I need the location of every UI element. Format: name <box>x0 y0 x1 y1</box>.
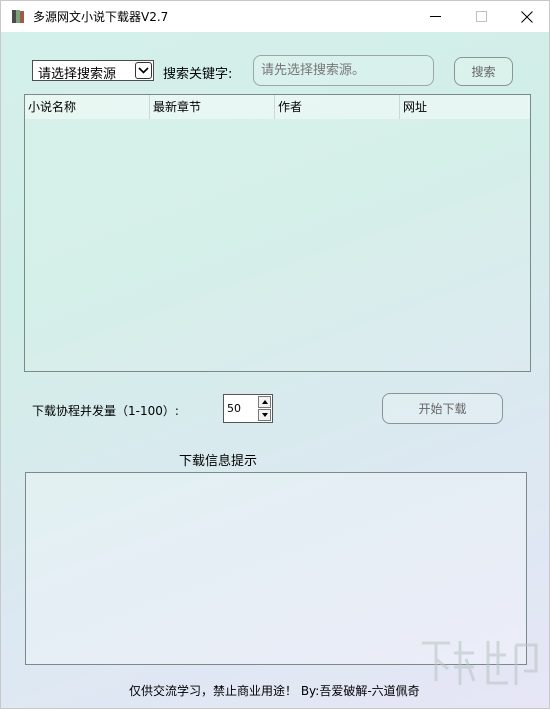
keyword-label: 搜索关键字: <box>163 67 233 82</box>
table-header: 小说名称 最新章节 作者 网址 <box>25 95 530 119</box>
dropdown-arrow-button[interactable] <box>135 62 152 79</box>
search-source-select[interactable]: 请选择搜索源 <box>32 60 154 82</box>
minimize-button[interactable] <box>412 1 458 32</box>
results-table[interactable]: 小说名称 最新章节 作者 网址 <box>24 94 531 372</box>
concurrency-spinbox[interactable]: 50 <box>223 394 273 423</box>
maximize-button[interactable] <box>458 1 504 32</box>
footer-text: 仅供交流学习，禁止商业用途！ By:吾爱破解-六道佩奇 <box>129 684 420 698</box>
maximize-icon <box>475 11 487 22</box>
app-window: 多源网文小说下载器V2.7 请选择搜索源 搜索关键字: 搜索 小说名称 最新章节… <box>0 0 550 709</box>
title-bar[interactable]: 多源网文小说下载器V2.7 <box>1 1 549 32</box>
triangle-up-icon <box>261 400 268 404</box>
concurrency-label: 下载协程并发量（1-100）: <box>32 404 179 418</box>
search-source-value: 请选择搜索源 <box>38 67 117 82</box>
column-header-novel-name[interactable]: 小说名称 <box>25 95 150 119</box>
minimize-icon <box>429 15 441 17</box>
search-button[interactable]: 搜索 <box>454 57 513 86</box>
column-header-latest-chapter[interactable]: 最新章节 <box>150 95 275 119</box>
triangle-down-icon <box>261 413 268 417</box>
window-title: 多源网文小说下载器V2.7 <box>33 10 169 24</box>
log-title: 下载信息提示 <box>179 454 258 469</box>
column-header-url[interactable]: 网址 <box>400 95 530 119</box>
spin-up-button[interactable] <box>258 396 271 408</box>
watermark-logo <box>422 641 538 685</box>
close-button[interactable] <box>504 1 550 32</box>
column-header-author[interactable]: 作者 <box>275 95 400 119</box>
concurrency-value[interactable]: 50 <box>227 402 241 415</box>
keyword-input[interactable] <box>253 55 434 86</box>
close-icon <box>521 10 533 23</box>
start-download-button[interactable]: 开始下载 <box>382 393 503 424</box>
chevron-down-icon <box>138 67 149 74</box>
spin-down-button[interactable] <box>258 409 271 421</box>
book-app-icon <box>12 10 24 23</box>
